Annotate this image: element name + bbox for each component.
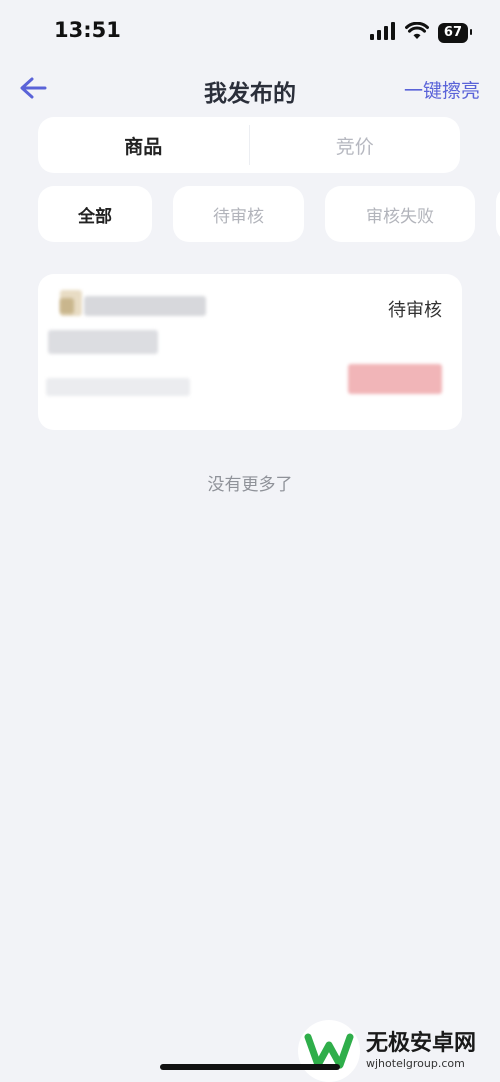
nav-bar: 我发布的 一键擦亮 — [0, 66, 500, 114]
item-card[interactable]: 待审核 — [38, 274, 462, 430]
watermark-url: wjhotelgroup.com — [366, 1057, 465, 1070]
item-title-blurred — [84, 296, 206, 316]
signal-icon — [369, 22, 396, 44]
watermark-title: 无极安卓网 — [366, 1031, 477, 1056]
segment-tabs: 商品 竞价 — [38, 117, 460, 173]
filter-chips: 全部 待审核 审核失败 — [38, 186, 500, 242]
no-more-text: 没有更多了 — [207, 475, 293, 495]
tab-bidding[interactable]: 竞价 — [250, 117, 461, 173]
wifi-icon — [404, 21, 429, 44]
status-bar: 13:51 67 — [0, 0, 500, 66]
watermark-logo-icon — [298, 1020, 360, 1082]
item-status: 待审核 — [388, 300, 442, 321]
item-price-blurred — [348, 364, 442, 394]
tab-goods[interactable]: 商品 — [38, 117, 249, 173]
filter-review-failed[interactable]: 审核失败 — [325, 186, 475, 242]
battery-icon: 67 — [437, 23, 473, 43]
home-indicator — [160, 1064, 340, 1070]
filter-more[interactable] — [496, 186, 500, 242]
item-thumbnail-detail — [60, 298, 74, 314]
item-meta-blurred — [46, 378, 190, 396]
status-icons: 67 — [369, 21, 473, 44]
watermark-text: 无极安卓网 wjhotelgroup.com — [366, 1031, 476, 1071]
polish-all-button[interactable]: 一键擦亮 — [404, 76, 480, 103]
status-time: 13:51 — [54, 18, 121, 42]
watermark: 无极安卓网 wjhotelgroup.com — [298, 1020, 500, 1082]
filter-all[interactable]: 全部 — [38, 186, 152, 242]
filter-pending-review[interactable]: 待审核 — [173, 186, 304, 242]
item-subtitle-blurred — [48, 330, 158, 354]
